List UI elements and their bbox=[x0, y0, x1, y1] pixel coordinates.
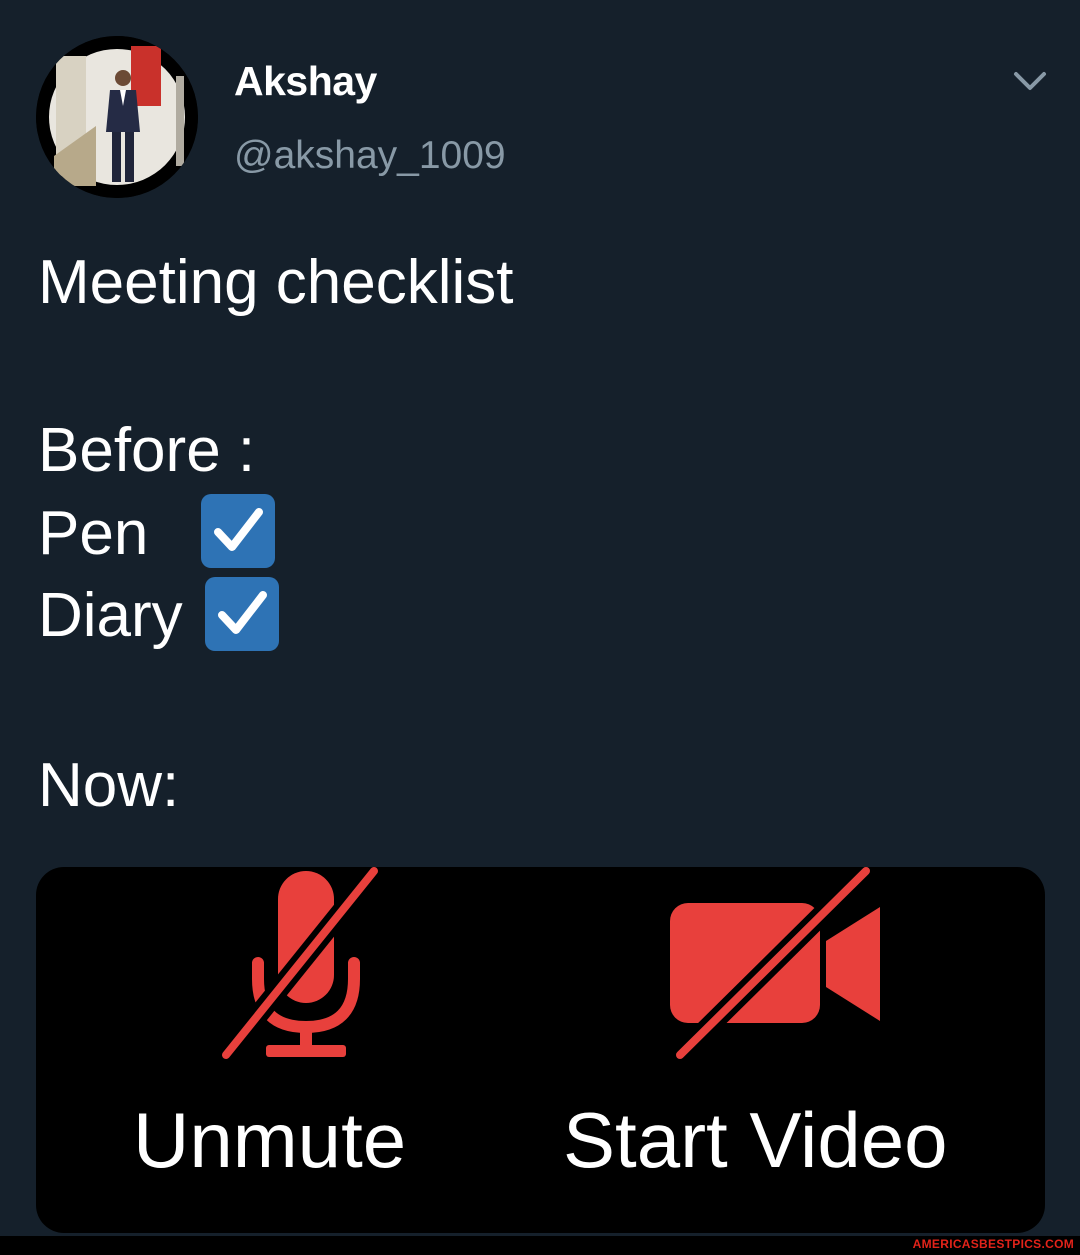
chevron-down-icon[interactable] bbox=[1008, 64, 1052, 100]
unmute-label: Unmute bbox=[133, 1096, 407, 1184]
checkbox-checked-icon bbox=[205, 577, 279, 651]
before-label: Before : bbox=[38, 416, 256, 485]
now-label: Now: bbox=[38, 751, 180, 820]
user-handle[interactable]: @akshay_1009 bbox=[234, 134, 506, 178]
muted-microphone-icon bbox=[218, 867, 382, 1062]
tweet: Akshay @akshay_1009 Meeting checklist Be… bbox=[0, 0, 1080, 1255]
checklist-item-pen: Pen bbox=[38, 499, 149, 568]
checkbox-checked-icon bbox=[201, 494, 275, 568]
tweet-image[interactable]: Unmute Start Video bbox=[36, 867, 1045, 1233]
checklist-item-diary: Diary bbox=[38, 581, 183, 650]
start-video-label: Start Video bbox=[563, 1096, 948, 1184]
tweet-title: Meeting checklist bbox=[38, 248, 514, 317]
video-off-icon bbox=[670, 867, 880, 1063]
watermark: AMERICASBESTPICS.COM bbox=[912, 1237, 1074, 1251]
display-name[interactable]: Akshay bbox=[234, 58, 377, 105]
avatar[interactable] bbox=[36, 36, 198, 198]
profile-photo-image bbox=[36, 36, 198, 198]
